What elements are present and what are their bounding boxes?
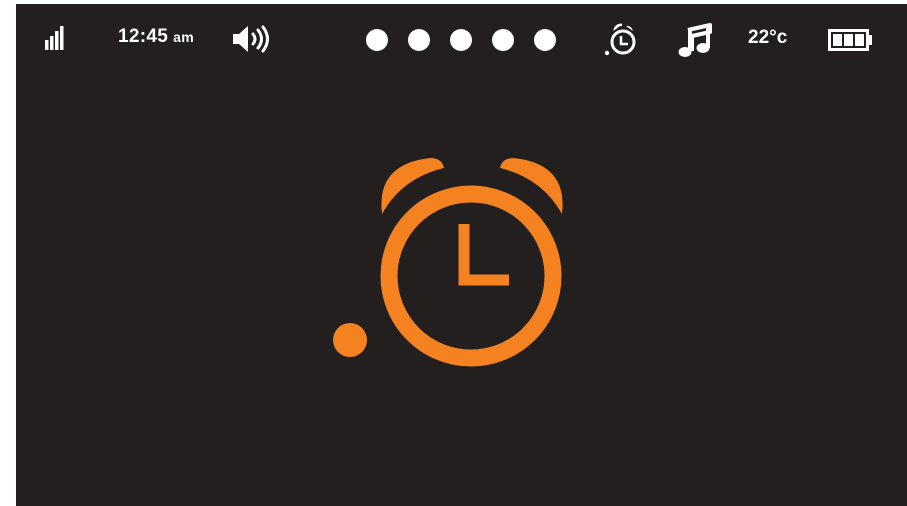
page-dot[interactable]: [534, 29, 556, 51]
screen: 12:45 am 22°c: [16, 4, 907, 506]
page-dot[interactable]: [450, 29, 472, 51]
battery-full-icon: [828, 29, 872, 51]
signal-bars-icon: [45, 26, 64, 50]
page-indicator: [366, 29, 556, 51]
page-dot[interactable]: [492, 29, 514, 51]
page-dot[interactable]: [366, 29, 388, 51]
time-suffix: am: [173, 29, 194, 45]
speaker-volume-icon[interactable]: [232, 24, 272, 54]
alarm-clock-icon[interactable]: [604, 22, 640, 58]
music-note-icon[interactable]: [676, 22, 714, 58]
page-dot[interactable]: [408, 29, 430, 51]
temperature: 22°c: [748, 27, 788, 48]
clock-time: 12:45 am: [118, 26, 194, 48]
time-value: 12:45: [118, 26, 169, 47]
alarm-clock-icon[interactable]: [330, 154, 570, 369]
status-bar: 12:45 am 22°c: [16, 4, 907, 80]
